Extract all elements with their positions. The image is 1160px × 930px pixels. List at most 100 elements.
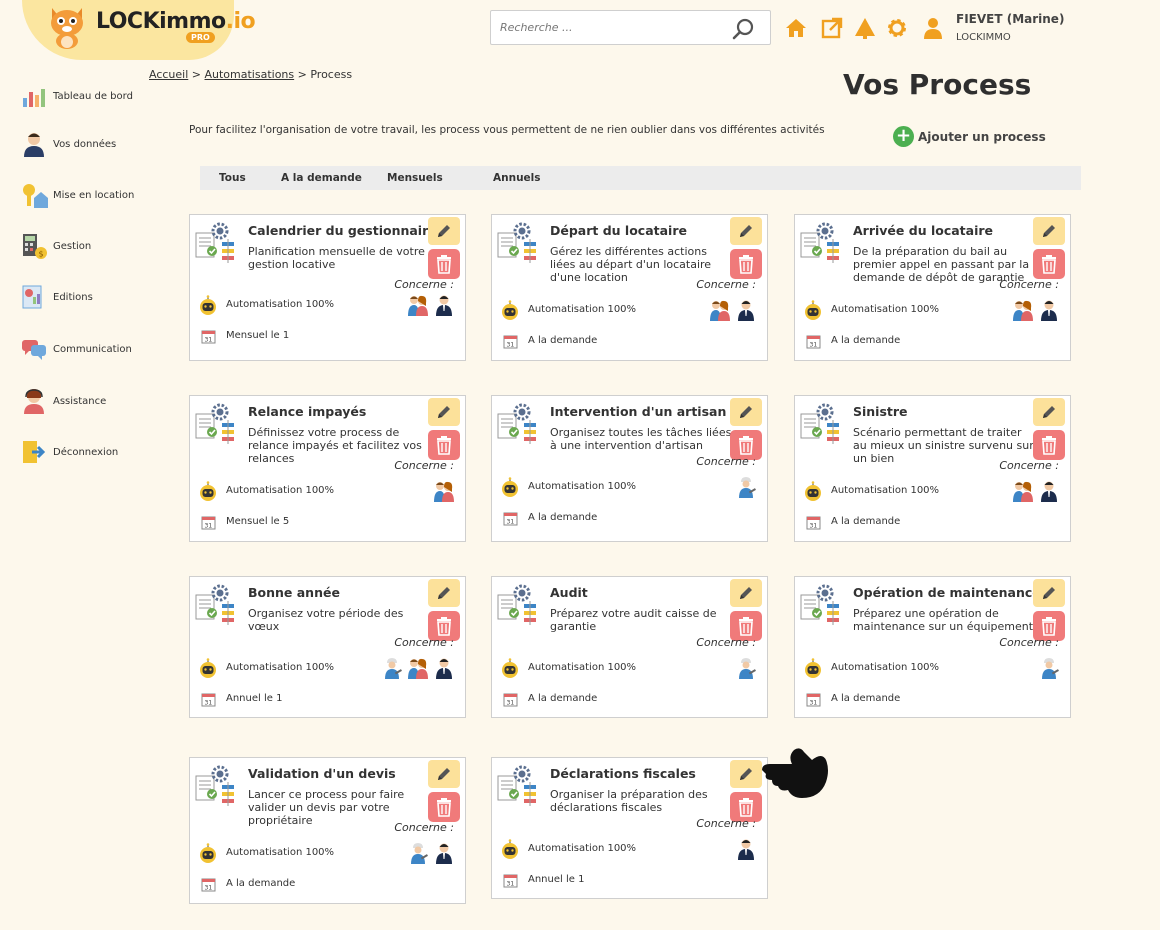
robot-icon [805,300,821,320]
calendar-icon: 31 [503,874,518,888]
process-title[interactable]: Audit [550,585,588,600]
process-title[interactable]: Intervention d'un artisan [550,404,726,419]
user-icon[interactable] [922,16,944,40]
process-card[interactable]: Intervention d'un artisan Organisez toute… [491,395,768,542]
delete-button[interactable] [1033,249,1065,279]
process-frequency: Annuel le 1 [528,874,585,885]
man-icon [436,843,452,864]
calendar-icon: 31 [806,516,821,530]
sidebar-item-label: Déconnexion [53,446,119,458]
search-input[interactable] [491,11,721,44]
search-icon[interactable] [732,17,756,41]
process-card[interactable]: Validation d'un devis Lancer ce process p… [189,757,466,904]
robot-icon [805,481,821,501]
document-chart-icon [22,285,42,309]
external-link-icon[interactable] [820,16,844,40]
svg-text:31: 31 [205,700,213,707]
breadcrumb-home-link[interactable]: Accueil [149,68,188,81]
process-card[interactable]: Relance impayés Définissez votre process … [189,395,466,542]
sidebar-item-vos-donnees[interactable]: Vos données [20,130,116,158]
process-title[interactable]: Bonne année [248,585,340,600]
edit-button[interactable] [730,217,762,245]
process-title[interactable]: Relance impayés [248,404,366,419]
breadcrumb-separator: > [297,68,307,81]
sidebar-item-mise-en-location[interactable]: Mise en location [20,181,134,209]
breadcrumb-automatisations-link[interactable]: Automatisations [205,68,295,81]
concerned-people [433,480,455,502]
process-card[interactable]: Arrivée du locataire De la préparation du… [794,214,1071,361]
pencil-icon [438,768,450,780]
breadcrumb-current: Process [310,68,353,81]
couple-icon [408,295,428,316]
process-card[interactable]: Sinistre Scénario permettant de traiter a… [794,395,1071,542]
delete-button[interactable] [428,430,460,460]
process-title[interactable]: Validation d'un devis [248,766,396,781]
edit-button[interactable] [1033,398,1065,426]
process-card[interactable]: Opération de maintenance Préparez une opé… [794,576,1071,718]
tab-mensuels[interactable]: Mensuels [387,172,443,184]
sidebar-item-assistance[interactable]: Assistance [20,387,106,415]
process-card[interactable]: Départ du locataire Gérez les différentes… [491,214,768,361]
sidebar-item-label: Editions [53,291,93,303]
edit-button[interactable] [428,760,460,788]
automation-level: Automatisation 100% [226,485,335,496]
process-description: Préparez une opération de maintenance su… [853,607,1034,633]
process-card[interactable]: Audit Préparez votre audit caisse de gara… [491,576,768,718]
gear-icon[interactable] [885,16,909,40]
edit-button[interactable] [1033,217,1065,245]
home-icon[interactable] [784,16,808,40]
edit-button[interactable] [1033,579,1065,607]
process-title[interactable]: Calendrier du gestionnaire [248,223,437,238]
man-icon [1041,300,1057,321]
edit-button[interactable] [428,217,460,245]
worker-icon [739,658,756,679]
pencil-icon [1043,406,1055,418]
svg-text:31: 31 [507,700,515,707]
search-box [490,10,771,45]
user-name[interactable]: FIEVET (Marine) [956,12,1064,26]
robot-icon [200,843,216,863]
tab-tous[interactable]: Tous [219,172,246,184]
concerned-people [407,842,455,864]
alert-icon[interactable] [853,16,877,40]
tab-annuels[interactable]: Annuels [493,172,541,184]
process-title[interactable]: Opération de maintenance [853,585,1041,600]
delete-button[interactable] [428,249,460,279]
process-card[interactable]: Bonne année Organisez votre période des v… [189,576,466,718]
delete-button[interactable] [730,249,762,279]
process-card[interactable]: Déclarations fiscales Organiser la prépar… [491,757,768,899]
process-title[interactable]: Sinistre [853,404,908,419]
concerne-label: Concerne : [394,278,454,291]
process-frequency: Annuel le 1 [226,693,283,704]
process-gear-document-icon [800,222,839,263]
add-process-button[interactable]: + Ajouter un process [893,126,1046,147]
edit-button[interactable] [428,398,460,426]
tab-a-la-demande[interactable]: A la demande [281,172,362,184]
process-title[interactable]: Arrivée du locataire [853,223,993,238]
logo-text[interactable]: LOCKimmo.io [96,9,256,34]
delete-button[interactable] [428,792,460,822]
svg-text:31: 31 [810,342,818,349]
edit-button[interactable] [428,579,460,607]
automation-level: Automatisation 100% [528,843,637,854]
sidebar-item-dashboard[interactable]: Tableau de bord [20,82,133,110]
calendar-icon-wrap: 31 [795,692,825,708]
delete-button[interactable] [1033,430,1065,460]
process-title[interactable]: Départ du locataire [550,223,687,238]
calendar-icon: 31 [806,693,821,707]
process-card[interactable]: Calendrier du gestionnaire Planification … [189,214,466,361]
edit-button[interactable] [730,398,762,426]
process-title[interactable]: Déclarations fiscales [550,766,696,781]
sidebar-item-gestion[interactable]: $ Gestion [20,232,91,260]
cat-mascot-icon[interactable] [46,4,88,50]
sidebar-item-deconnexion[interactable]: Déconnexion [20,438,118,466]
edit-button[interactable] [730,579,762,607]
robot-icon [502,658,518,678]
trash-icon [1042,617,1056,636]
sidebar-item-communication[interactable]: Communication [20,335,132,363]
couple-icon [1013,300,1033,321]
sidebar-item-editions[interactable]: Editions [20,283,93,311]
automation-icon-wrap [492,300,532,322]
pencil-icon [740,587,752,599]
automation-level: Automatisation 100% [831,485,940,496]
